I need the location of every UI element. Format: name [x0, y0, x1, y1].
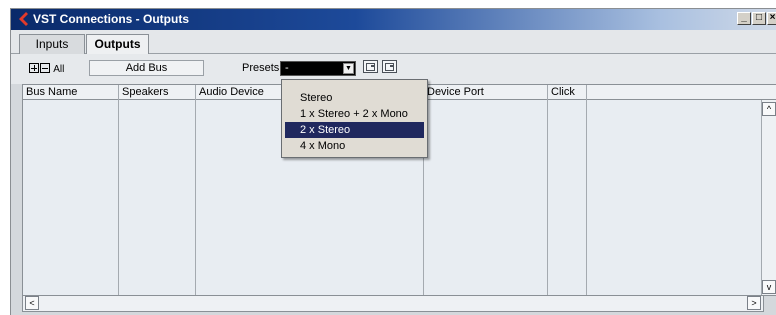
column-header-speakers[interactable]: Speakers [119, 85, 168, 99]
add-bus-button[interactable]: Add Bus [89, 60, 204, 76]
column-header-audio-device[interactable]: Audio Device [196, 85, 264, 99]
preset-option-stereo[interactable]: Stereo [285, 90, 424, 106]
presets-dropdown-menu: Stereo 1 x Stereo + 2 x Mono 2 x Stereo … [281, 79, 428, 158]
preset-option-stereo-plus-mono[interactable]: 1 x Stereo + 2 x Mono [285, 106, 424, 122]
vertical-scrollbar[interactable]: ^ v [761, 100, 776, 295]
column-divider [118, 85, 119, 295]
app-logo-icon [19, 12, 28, 26]
expand-all-label: All [53, 64, 65, 75]
column-divider [547, 85, 548, 295]
column-header-bus-name[interactable]: Bus Name [23, 85, 77, 99]
scroll-down-button[interactable]: v [762, 280, 776, 294]
tab-outputs[interactable]: Outputs [86, 34, 149, 55]
close-button[interactable]: × [767, 12, 776, 25]
column-divider [195, 85, 196, 295]
preset-remove-icon[interactable] [382, 60, 397, 73]
scroll-left-button[interactable]: < [25, 296, 39, 310]
vst-connections-window: VST Connections - Outputs _ □ × Inputs O… [10, 8, 776, 315]
scroll-right-button[interactable]: > [747, 296, 761, 310]
column-header-device-port[interactable]: Device Port [424, 85, 484, 99]
preset-save-icon[interactable] [363, 60, 378, 73]
minimize-button[interactable]: _ [737, 12, 751, 25]
tab-bar: Inputs Outputs [11, 30, 776, 55]
expand-all-icon[interactable] [29, 63, 39, 73]
presets-value: - [285, 62, 289, 74]
collapse-all-icon[interactable] [40, 63, 50, 73]
presets-select[interactable]: - ▼ [280, 61, 356, 76]
maximize-button[interactable]: □ [752, 12, 766, 25]
expand-collapse-all[interactable]: All [29, 63, 64, 75]
scroll-up-button[interactable]: ^ [762, 102, 776, 116]
preset-option-2x-stereo[interactable]: 2 x Stereo [285, 122, 424, 138]
chevron-down-icon[interactable]: ▼ [343, 63, 354, 74]
title-bar[interactable]: VST Connections - Outputs _ □ × [11, 9, 776, 30]
column-divider [586, 85, 587, 295]
window-title: VST Connections - Outputs [33, 12, 189, 26]
column-header-click[interactable]: Click [548, 85, 575, 99]
preset-option-4x-mono[interactable]: 4 x Mono [285, 138, 424, 154]
horizontal-scrollbar[interactable]: < > [22, 296, 764, 312]
tab-inputs[interactable]: Inputs [19, 34, 85, 54]
presets-label: Presets [242, 62, 280, 74]
